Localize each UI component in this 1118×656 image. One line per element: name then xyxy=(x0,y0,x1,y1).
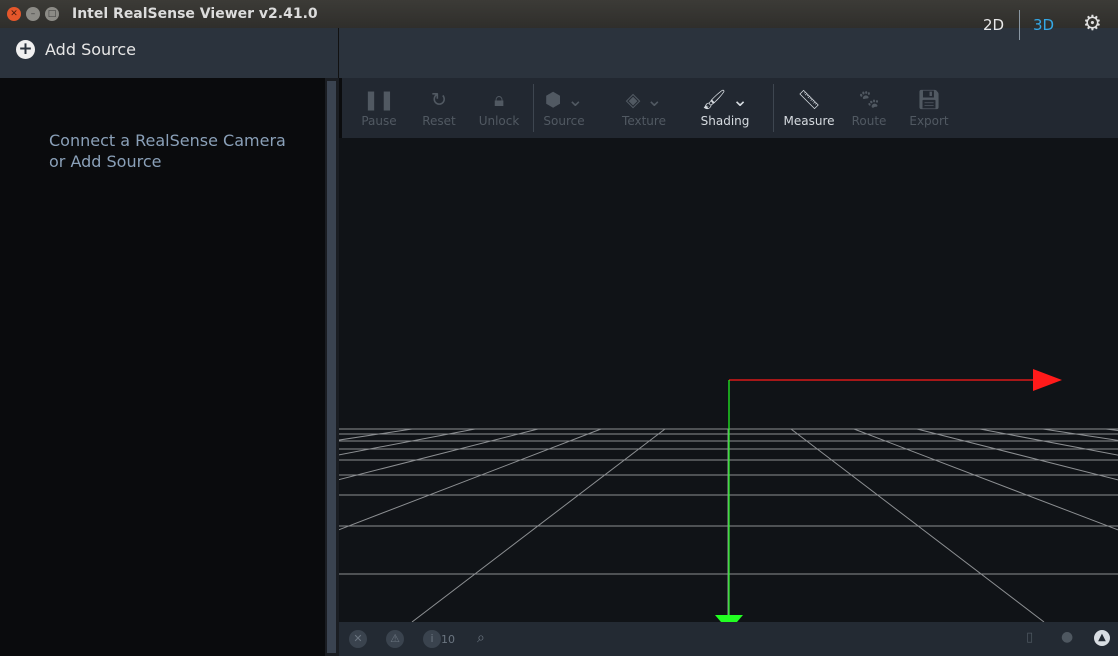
drop-icon[interactable]: ● xyxy=(1061,629,1073,645)
device-panel-scrollbar[interactable] xyxy=(325,78,339,656)
x-axis-arrow xyxy=(729,369,1062,391)
unlock-label: Unlock xyxy=(478,114,520,128)
shading-dropdown[interactable]: 🖌︎ ⌄ Shading xyxy=(696,88,754,128)
ruler-icon: 📏︎ xyxy=(796,89,822,111)
view-toggle-divider xyxy=(1019,10,1020,40)
y-axis-arrow xyxy=(715,380,743,622)
measure-button[interactable]: 📏︎ Measure xyxy=(780,88,838,128)
cube-icon: ⬢ ⌄ xyxy=(544,89,584,111)
paint-bucket-icon: ◈ ⌄ xyxy=(625,89,663,111)
viewer-toolbar: ❚❚ Pause ↻ Reset 🔒︎ Unlock ⬢ ⌄ Source ◈ … xyxy=(342,78,1118,138)
reset-icon: ↻ xyxy=(431,89,447,111)
maximize-window-button[interactable]: □ xyxy=(45,7,59,21)
source-label: Source xyxy=(543,114,585,128)
device-panel: Connect a RealSense Camera or Add Source xyxy=(0,78,325,656)
add-source-label: Add Source xyxy=(45,40,137,59)
source-dropdown[interactable]: ⬢ ⌄ Source xyxy=(540,88,588,128)
shading-label: Shading xyxy=(700,114,750,128)
warnings-icon[interactable]: ⚠ xyxy=(386,630,404,648)
plus-icon: + xyxy=(16,40,35,59)
texture-label: Texture xyxy=(622,114,666,128)
toolbar-divider xyxy=(773,84,774,132)
pause-icon: ❚❚ xyxy=(363,89,395,111)
pause-label: Pause xyxy=(361,114,397,128)
hint-line-2: or Add Source xyxy=(49,152,162,171)
unlock-button[interactable]: 🔒︎ Unlock xyxy=(475,88,523,128)
scrollbar-thumb[interactable] xyxy=(327,81,336,653)
save-icon: 💾︎ xyxy=(916,89,942,111)
close-window-button[interactable]: ✕ xyxy=(7,7,21,21)
texture-dropdown[interactable]: ◈ ⌄ Texture xyxy=(618,88,670,128)
info-count: 10 xyxy=(441,633,455,646)
export-label: Export xyxy=(909,114,949,128)
errors-icon[interactable]: ✕ xyxy=(349,630,367,648)
lock-icon: 🔒︎ xyxy=(493,89,505,111)
window-title: Intel RealSense Viewer v2.41.0 xyxy=(72,6,318,22)
info-icon[interactable]: i xyxy=(423,630,441,648)
pause-button[interactable]: ❚❚ Pause xyxy=(359,88,399,128)
3d-viewport[interactable] xyxy=(339,138,1118,622)
sidebar-header: + Add Source xyxy=(0,28,339,78)
reset-button[interactable]: ↻ Reset xyxy=(419,88,459,128)
route-label: Route xyxy=(851,114,887,128)
minimize-window-button[interactable]: – xyxy=(26,7,40,21)
route-button[interactable]: 🐾︎ Route xyxy=(848,88,890,128)
3d-scene xyxy=(339,369,1118,622)
settings-gear-icon[interactable]: ⚙ xyxy=(1083,13,1102,34)
measure-label: Measure xyxy=(783,114,835,128)
title-bar: ✕ – □ Intel RealSense Viewer v2.41.0 xyxy=(0,0,1118,29)
status-bar: ✕ ⚠ i 10 ⌕ ▯ ● ▲ xyxy=(339,622,1118,656)
export-button[interactable]: 💾︎ Export xyxy=(908,88,950,128)
hint-line-1: Connect a RealSense Camera xyxy=(49,131,286,150)
paw-icon: 🐾︎ xyxy=(856,89,882,111)
viewer-header xyxy=(339,28,1118,78)
add-source-button[interactable]: + Add Source xyxy=(16,40,136,59)
expand-up-icon[interactable]: ▲ xyxy=(1094,630,1110,646)
reset-label: Reset xyxy=(422,114,456,128)
device-icon[interactable]: ▯ xyxy=(1026,630,1033,645)
paint-roller-icon: 🖌︎ ⌄ xyxy=(701,89,749,111)
view-2d-button[interactable]: 2D xyxy=(983,16,1004,34)
toolbar-divider xyxy=(533,84,534,132)
view-3d-button[interactable]: 3D xyxy=(1033,16,1054,34)
empty-state-hint: Connect a RealSense Camera or Add Source xyxy=(49,130,286,172)
search-icon[interactable]: ⌕ xyxy=(477,630,485,646)
